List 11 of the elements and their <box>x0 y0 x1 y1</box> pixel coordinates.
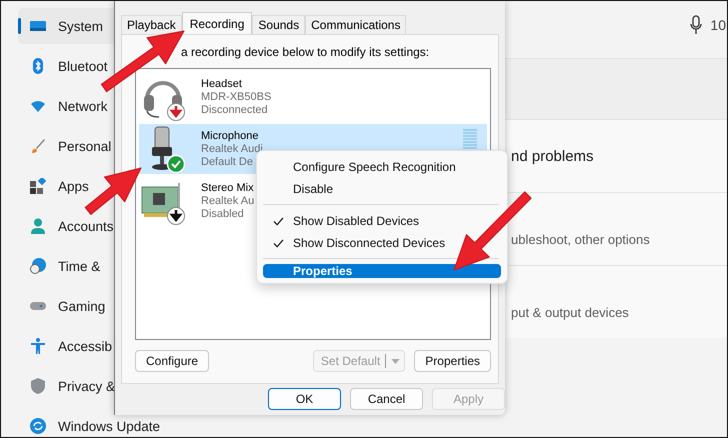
device-name: Stereo Mix <box>201 182 254 194</box>
instruction-text: a recording device below to modify its settings: <box>181 45 430 59</box>
device-name: Headset <box>201 78 243 90</box>
device-driver: Realtek Au <box>201 194 254 208</box>
volume-value: 10 <box>710 16 726 32</box>
device-name: Microphone <box>201 130 260 142</box>
device-driver: MDR-XB50BS <box>201 90 272 104</box>
device-status: Disconnected <box>201 104 269 116</box>
device-status: Default De <box>201 156 254 168</box>
device-driver: Realtek Audi <box>201 142 263 156</box>
device-status: Disabled <box>201 208 245 220</box>
